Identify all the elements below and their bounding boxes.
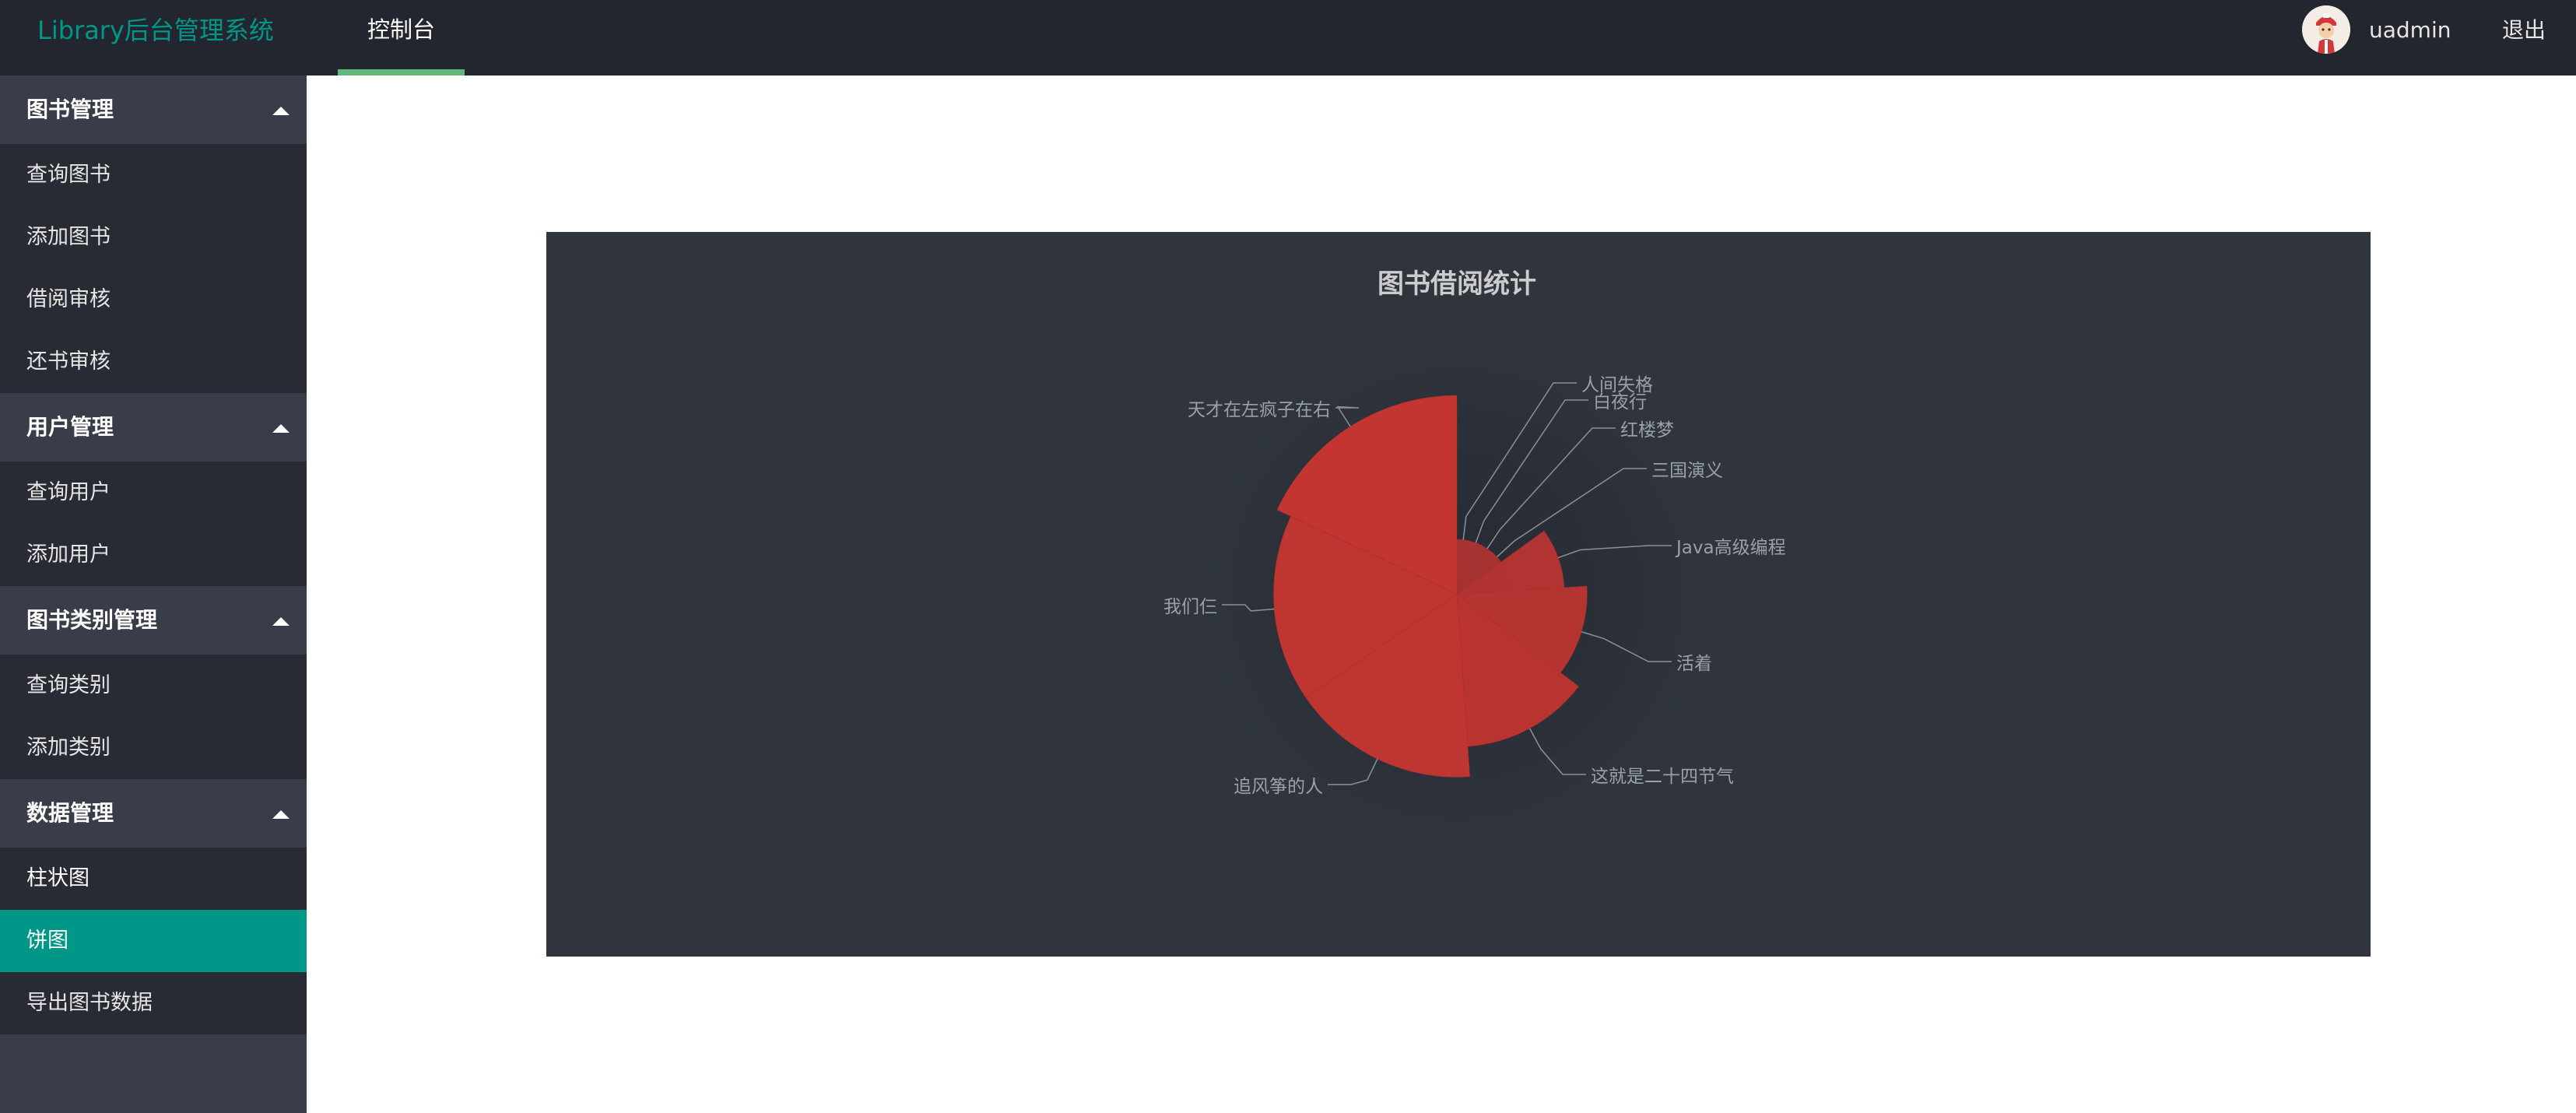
username[interactable]: uadmin bbox=[2369, 0, 2451, 61]
sidebar-item-bar-chart[interactable]: 柱状图 bbox=[0, 848, 307, 910]
caret-up-icon bbox=[272, 617, 290, 626]
sidebar-group-label: 图书类别管理 bbox=[26, 607, 158, 633]
sidebar-item-return-review[interactable]: 还书审核 bbox=[0, 331, 307, 393]
caret-up-icon bbox=[272, 424, 290, 433]
sidebar: 图书管理 查询图书 添加图书 借阅审核 还书审核 用户管理 查询用户 添加用户 … bbox=[0, 75, 307, 1113]
sidebar-group-label: 图书管理 bbox=[26, 97, 114, 122]
tab-console[interactable]: 控制台 bbox=[338, 0, 465, 75]
top-header: Library后台管理系统 控制台 uadmin 退出 bbox=[0, 0, 2576, 75]
caret-up-icon bbox=[272, 107, 290, 115]
sidebar-group-books[interactable]: 图书管理 bbox=[0, 75, 307, 144]
pie-slice-label: 白夜行 bbox=[1593, 392, 1647, 413]
sidebar-item-export-data[interactable]: 导出图书数据 bbox=[0, 972, 307, 1034]
sidebar-item-query-categories[interactable]: 查询类别 bbox=[0, 655, 307, 717]
pie-slice-label: 我们仨 bbox=[1163, 597, 1217, 617]
sidebar-item-query-books[interactable]: 查询图书 bbox=[0, 144, 307, 206]
sidebar-group-categories[interactable]: 图书类别管理 bbox=[0, 586, 307, 655]
app-logo[interactable]: Library后台管理系统 bbox=[37, 0, 274, 61]
pie-slice-label: Java高级编程 bbox=[1675, 538, 1786, 558]
logout-link[interactable]: 退出 bbox=[2502, 0, 2546, 61]
pie-slice-label: 这就是二十四节气 bbox=[1591, 767, 1734, 787]
avatar[interactable] bbox=[2302, 5, 2350, 54]
sidebar-item-add-user[interactable]: 添加用户 bbox=[0, 524, 307, 586]
avatar-icon bbox=[2302, 5, 2350, 54]
sidebar-group-users[interactable]: 用户管理 bbox=[0, 393, 307, 462]
pie-slice-label: 三国演义 bbox=[1651, 461, 1723, 481]
sidebar-item-query-users[interactable]: 查询用户 bbox=[0, 462, 307, 524]
pie-slice-label: 活着 bbox=[1676, 654, 1712, 674]
tab-console-label: 控制台 bbox=[367, 16, 435, 43]
pie-chart-panel: 图书借阅统计 人间失格 白夜行 红楼梦 三国演义 Java高级编程 活着 这就是二十四节气追… bbox=[546, 232, 2371, 957]
sidebar-item-add-category[interactable]: 添加类别 bbox=[0, 717, 307, 779]
sidebar-group-label: 用户管理 bbox=[26, 414, 114, 440]
caret-up-icon bbox=[272, 810, 290, 819]
pie-slice-label: 追风筝的人 bbox=[1234, 777, 1323, 797]
pie-slice-label: 天才在左疯子在右 bbox=[1188, 400, 1331, 420]
sidebar-group-label: 数据管理 bbox=[26, 800, 114, 826]
sidebar-item-add-book[interactable]: 添加图书 bbox=[0, 206, 307, 269]
sidebar-item-borrow-review[interactable]: 借阅审核 bbox=[0, 269, 307, 331]
pie-chart: 图书借阅统计 人间失格白夜行红楼梦三国演义Java高级编程活着这就是二十四节气追… bbox=[1163, 269, 1786, 851]
sidebar-group-data[interactable]: 数据管理 bbox=[0, 779, 307, 848]
pie-slice-label: 红楼梦 bbox=[1620, 420, 1674, 441]
sidebar-item-pie-chart[interactable]: 饼图 bbox=[0, 910, 307, 972]
chart-title: 图书借阅统计 bbox=[1377, 269, 1536, 300]
